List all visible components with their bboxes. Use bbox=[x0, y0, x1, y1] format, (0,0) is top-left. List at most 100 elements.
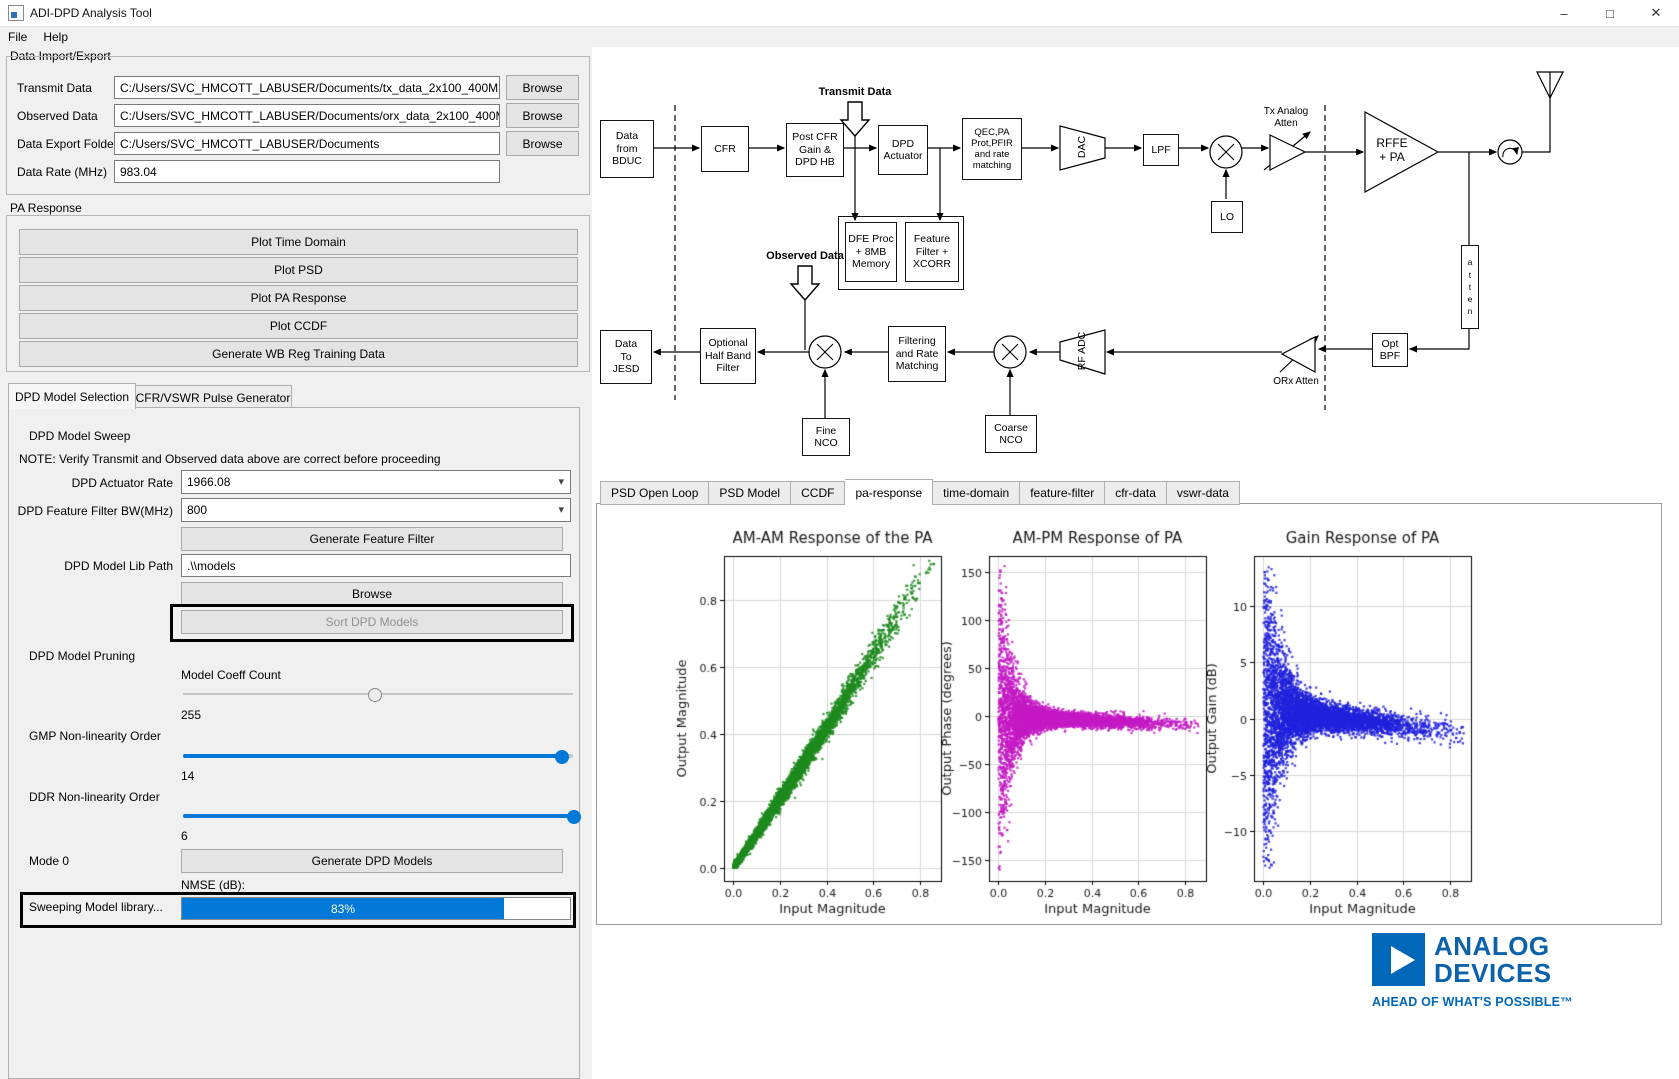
window-controls: – □ ✕ bbox=[1541, 0, 1679, 26]
gmp-nonlinearity-order-label: GMP Non-linearity Order bbox=[29, 729, 161, 743]
observed-data-browse-button[interactable]: Browse bbox=[506, 103, 579, 128]
mode-label: Mode 0 bbox=[29, 854, 69, 868]
diagram-box-lo: LO bbox=[1211, 201, 1243, 233]
observed-data-label: Observed Data bbox=[17, 109, 98, 123]
data-rate-input[interactable]: 983.04 bbox=[114, 160, 500, 183]
tab-pa-response[interactable]: pa-response bbox=[845, 479, 933, 505]
plot-time-domain-button[interactable]: Plot Time Domain bbox=[19, 229, 578, 255]
tab-dpd-model-selection[interactable]: DPD Model Selection bbox=[8, 383, 136, 409]
chevron-down-icon: ▾ bbox=[558, 503, 564, 516]
pa-response-charts bbox=[601, 511, 1551, 921]
left-panel: Data Import/Export Transmit Data C:/User… bbox=[0, 47, 592, 1079]
slider-fill bbox=[183, 754, 561, 758]
tab-time-domain[interactable]: time-domain bbox=[933, 481, 1020, 505]
dpd-feature-filter-bw-label: DPD Feature Filter BW(MHz) bbox=[9, 504, 173, 518]
tab-psd-open-loop[interactable]: PSD Open Loop bbox=[600, 481, 709, 505]
diagram-label-orx-atten: ORx Atten bbox=[1256, 376, 1336, 388]
diagram-box-post-cfr: Post CFR Gain & DPD HB bbox=[786, 123, 844, 177]
diagram-box-dpd-actuator: DPD Actuator bbox=[878, 125, 928, 175]
model-coeff-count-slider[interactable] bbox=[183, 686, 573, 702]
tab-feature-filter[interactable]: feature-filter bbox=[1020, 481, 1105, 505]
logo-word-devices: DEVICES bbox=[1434, 960, 1552, 986]
ddr-nonlinearity-order-value: 6 bbox=[181, 829, 188, 843]
note-label: NOTE: Verify Transmit and Observed data … bbox=[19, 452, 441, 466]
group-label-pa-response: PA Response bbox=[8, 201, 84, 215]
ddr-nonlinearity-order-slider[interactable] bbox=[183, 808, 573, 824]
diagram-box-opt-bpf: Opt BPF bbox=[1372, 333, 1408, 367]
group-pa-response: Plot Time Domain Plot PSD Plot PA Respon… bbox=[6, 215, 590, 372]
diagram-box-qec: QEC,PA Prot,PFIR and rate matching bbox=[962, 118, 1022, 180]
diagram-box-lpf: LPF bbox=[1143, 134, 1179, 166]
plot-ccdf-button[interactable]: Plot CCDF bbox=[19, 313, 578, 339]
diagram-label-rf-adc: RF ADC bbox=[1076, 327, 1088, 375]
sweep-progress-bar: 83% bbox=[181, 897, 571, 920]
lib-path-browse-button[interactable]: Browse bbox=[181, 582, 563, 606]
ddr-nonlinearity-order-label: DDR Non-linearity Order bbox=[29, 790, 160, 804]
gmp-nonlinearity-order-slider[interactable] bbox=[183, 748, 573, 764]
analog-devices-logo: ANALOG DEVICES AHEAD OF WHAT'S POSSIBLE™ bbox=[1372, 933, 1672, 1013]
plot-tab-strip: PSD Open Loop PSD Model CCDF pa-response… bbox=[600, 479, 1240, 505]
transmit-data-browse-button[interactable]: Browse bbox=[506, 75, 579, 100]
dpd-feature-filter-bw-value: 800 bbox=[187, 503, 207, 517]
slider-thumb[interactable] bbox=[567, 810, 581, 824]
diagram-box-fine-nco: Fine NCO bbox=[802, 418, 850, 456]
diagram-box-coarse-nco: Coarse NCO bbox=[985, 415, 1037, 453]
gmp-nonlinearity-order-value: 14 bbox=[181, 769, 194, 783]
plot-pa-response-button[interactable]: Plot PA Response bbox=[19, 285, 578, 311]
close-button[interactable]: ✕ bbox=[1633, 0, 1679, 26]
generate-feature-filter-button[interactable]: Generate Feature Filter bbox=[181, 527, 563, 551]
dpd-actuator-rate-label: DPD Actuator Rate bbox=[9, 476, 173, 490]
observed-data-input[interactable]: C:/Users/SVC_HMCOTT_LABUSER/Documents/or… bbox=[114, 104, 500, 127]
model-coeff-count-value: 255 bbox=[181, 708, 201, 722]
diagram-label-rffe-pa: RFFE + PA bbox=[1366, 136, 1418, 165]
dpd-model-lib-path-label: DPD Model Lib Path bbox=[9, 559, 173, 573]
logo-tagline: AHEAD OF WHAT'S POSSIBLE™ bbox=[1372, 995, 1573, 1009]
tab-cfr-data[interactable]: cfr-data bbox=[1105, 481, 1167, 505]
dpd-actuator-rate-combobox[interactable]: 1966.08 ▾ bbox=[181, 470, 571, 494]
data-rate-label: Data Rate (MHz) bbox=[17, 165, 107, 179]
window-title: ADI-DPD Analysis Tool bbox=[30, 6, 152, 20]
slider-thumb[interactable] bbox=[368, 688, 382, 702]
nmse-label: NMSE (dB): bbox=[181, 878, 245, 892]
maximize-button[interactable]: □ bbox=[1587, 0, 1633, 26]
diagram-box-data-to-jesd: Data To JESD bbox=[600, 330, 652, 384]
menu-file[interactable]: File bbox=[0, 28, 35, 46]
app-icon bbox=[8, 5, 24, 21]
logo-word-analog: ANALOG bbox=[1434, 933, 1550, 959]
dpd-feature-filter-bw-combobox[interactable]: 800 ▾ bbox=[181, 498, 571, 522]
sweep-progress-text: 83% bbox=[331, 902, 355, 916]
transmit-data-label: Transmit Data bbox=[17, 81, 92, 95]
data-export-folder-input[interactable]: C:/Users/SVC_HMCOTT_LABUSER/Documents bbox=[114, 132, 500, 155]
adi-triangle-icon bbox=[1391, 946, 1415, 974]
title-bar: ADI-DPD Analysis Tool – □ ✕ bbox=[0, 0, 1679, 27]
data-export-folder-browse-button[interactable]: Browse bbox=[506, 131, 579, 156]
transmit-data-input[interactable]: C:/Users/SVC_HMCOTT_LABUSER/Documents/tx… bbox=[114, 76, 500, 99]
diagram-box-filtering-rate-matching: Filtering and Rate Matching bbox=[888, 326, 946, 382]
dpd-model-lib-path-input[interactable]: .\\models bbox=[181, 554, 571, 577]
generate-wb-reg-training-data-button[interactable]: Generate WB Reg Training Data bbox=[19, 341, 578, 367]
sort-dpd-models-button[interactable]: Sort DPD Models bbox=[181, 610, 563, 634]
group-data-import-export: Transmit Data C:/Users/SVC_HMCOTT_LABUSE… bbox=[6, 56, 590, 195]
system-block-diagram: Data from BDUC CFR Post CFR Gain & DPD H… bbox=[596, 48, 1679, 473]
diagram-label-transmit-data: Transmit Data bbox=[800, 86, 910, 99]
slider-thumb[interactable] bbox=[555, 750, 569, 764]
model-coeff-count-label: Model Coeff Count bbox=[181, 668, 281, 682]
diagram-label-tx-analog-atten: Tx Analog Atten bbox=[1246, 106, 1326, 130]
minimize-button[interactable]: – bbox=[1541, 0, 1587, 26]
tab-vswr-data[interactable]: vswr-data bbox=[1167, 481, 1240, 505]
diagram-box-optional-half-band: Optional Half Band Filter bbox=[700, 328, 756, 384]
menu-help[interactable]: Help bbox=[35, 28, 76, 46]
adi-logo-mark bbox=[1372, 933, 1425, 986]
sweeping-model-library-label: Sweeping Model library... bbox=[29, 900, 163, 914]
plot-psd-button[interactable]: Plot PSD bbox=[19, 257, 578, 283]
diagram-box-cfr: CFR bbox=[701, 126, 749, 172]
diagram-label-observed-data: Observed Data bbox=[750, 250, 860, 263]
chevron-down-icon: ▾ bbox=[558, 475, 564, 488]
menu-bar: File Help bbox=[0, 27, 1679, 47]
tab-ccdf[interactable]: CCDF bbox=[791, 481, 845, 505]
diagram-box-data-from-bduc: Data from BDUC bbox=[600, 120, 654, 178]
generate-dpd-models-button[interactable]: Generate DPD Models bbox=[181, 849, 563, 873]
right-panel: Data from BDUC CFR Post CFR Gain & DPD H… bbox=[592, 47, 1679, 1079]
tab-psd-model[interactable]: PSD Model bbox=[709, 481, 791, 505]
diagram-label-dac: DAC bbox=[1076, 127, 1088, 167]
